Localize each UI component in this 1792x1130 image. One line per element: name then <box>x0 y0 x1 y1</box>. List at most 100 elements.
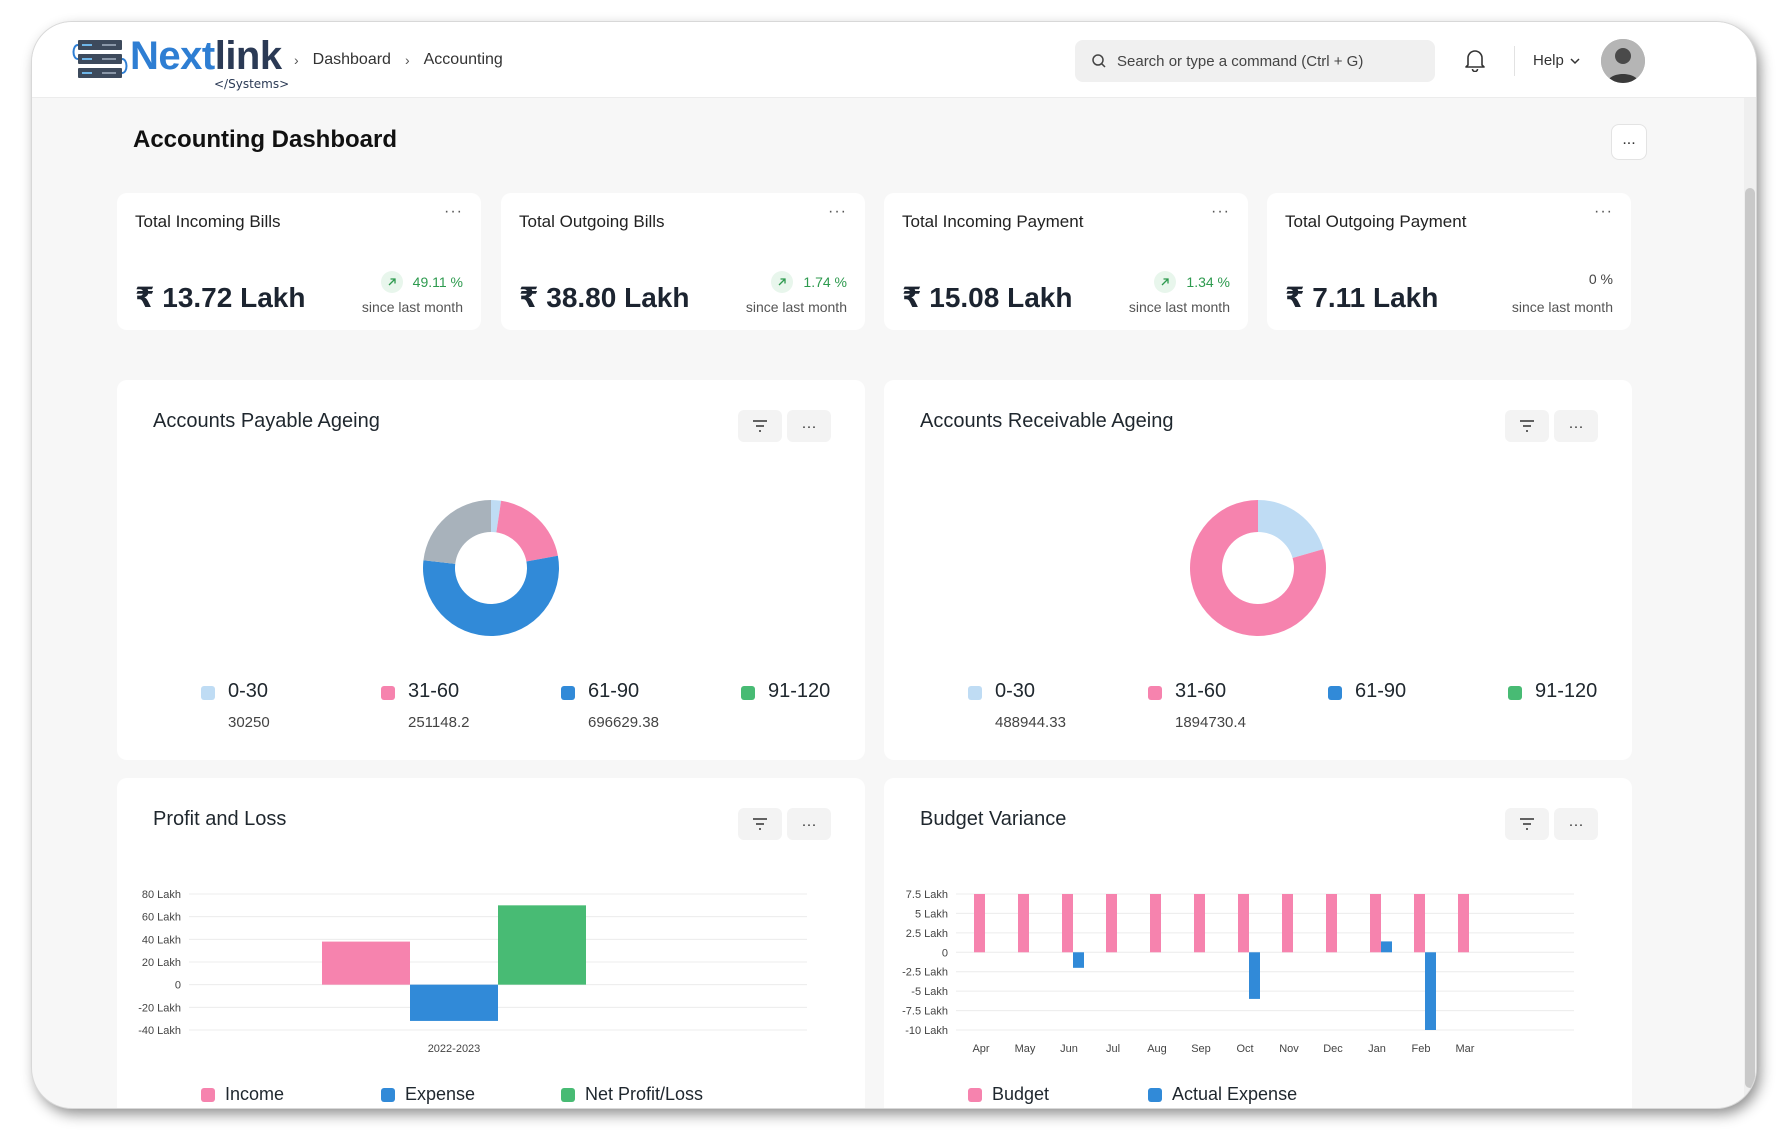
legend-label: Expense <box>405 1084 476 1104</box>
bar-budget[interactable] <box>1282 894 1293 953</box>
kpi-more-button[interactable]: ··· <box>1594 203 1613 221</box>
profit-loss-chart: 80 Lakh 60 Lakh 40 Lakh 20 Lakh 0 -20 Lakh -40… <box>138 889 807 1055</box>
filter-button[interactable] <box>1505 808 1549 840</box>
legend-item-actual-expense[interactable]: Actual Expense <box>1148 1084 1297 1105</box>
budget-variance-panel: Budget Variance ··· 7.5 Lakh 5 Lakh 2.5 La… <box>884 778 1632 1108</box>
bar-budget[interactable] <box>974 894 985 953</box>
donut-slices <box>1190 500 1326 636</box>
y-tick-label: -7.5 Lakh <box>902 1006 948 1018</box>
filter-button[interactable] <box>738 808 782 840</box>
chart-legend: 0-30 488944.33 31-60 1894730.4 61-90 91-… <box>968 680 1608 740</box>
legend-item-net-profit[interactable]: Net Profit/Loss <box>561 1084 703 1105</box>
page-more-button[interactable]: ... <box>1611 124 1647 160</box>
filter-button[interactable] <box>738 410 782 442</box>
y-tick-label: -10 Lakh <box>905 1025 948 1037</box>
legend-swatch <box>381 686 395 700</box>
filter-icon <box>753 420 767 432</box>
bar-actual[interactable] <box>1249 952 1260 999</box>
panel-more-button[interactable]: ··· <box>1554 410 1598 442</box>
app-window: Nextlink </Systems> › Dashboard › Accoun… <box>32 22 1756 1108</box>
x-tick-label: 2022-2023 <box>428 1043 481 1055</box>
y-tick-label: -5 Lakh <box>911 986 948 998</box>
kpi-delta: 0 % <box>1589 271 1613 287</box>
logo[interactable]: Nextlink </Systems> <box>72 32 292 92</box>
panel-title: Profit and Loss <box>153 808 287 830</box>
notification-bell-icon[interactable] <box>1464 48 1486 77</box>
legend-swatch <box>561 1087 575 1102</box>
filter-icon <box>753 818 767 830</box>
help-dropdown[interactable]: Help <box>1533 52 1580 69</box>
payable-donut-chart <box>423 500 559 636</box>
bar-budget[interactable] <box>1370 894 1381 953</box>
avatar[interactable] <box>1601 39 1645 83</box>
bar-budget[interactable] <box>1326 894 1337 953</box>
donut-slice[interactable] <box>423 555 559 636</box>
bar-budget[interactable] <box>1414 894 1425 953</box>
bar[interactable] <box>410 984 498 1021</box>
y-tick-label: -2.5 Lakh <box>902 967 948 979</box>
kpi-value: ₹ 38.80 Lakh <box>519 282 690 313</box>
page-scrollbar[interactable] <box>1744 98 1756 1108</box>
search-input[interactable]: Search or type a command (Ctrl + G) <box>1075 40 1435 82</box>
bar-actual[interactable] <box>1425 952 1436 1030</box>
y-tick-label: 20 Lakh <box>142 957 181 969</box>
legend-swatch <box>201 1087 215 1102</box>
bar-actual[interactable] <box>1073 952 1084 968</box>
legend-label: 31-60 <box>1175 680 1227 702</box>
bar-budget[interactable] <box>1062 894 1073 953</box>
legend-label: 61-90 <box>1355 680 1407 702</box>
y-tick-label: 0 <box>175 980 181 992</box>
bar[interactable] <box>322 941 410 985</box>
kpi-more-button[interactable]: ··· <box>828 203 847 221</box>
budget-variance-chart: 7.5 Lakh 5 Lakh 2.5 Lakh 0 -2.5 Lakh -5 Lakh -… <box>902 889 1574 1055</box>
legend-item-budget[interactable]: Budget <box>968 1084 1049 1105</box>
donut-slice[interactable] <box>496 500 558 562</box>
donut-slices <box>423 500 559 636</box>
legend-swatch <box>968 686 982 700</box>
panel-more-button[interactable]: ··· <box>787 410 831 442</box>
kpi-more-button[interactable]: ··· <box>444 203 463 221</box>
kpi-delta: 49.11 % <box>380 271 463 293</box>
x-tick-label: Mar <box>1456 1043 1475 1055</box>
panel-more-button[interactable]: ··· <box>787 808 831 840</box>
arrow-up-right-icon <box>1154 271 1177 293</box>
donut-slice[interactable] <box>423 500 491 564</box>
filter-button[interactable] <box>1505 410 1549 442</box>
logo-wordmark: Nextlink <box>130 34 282 79</box>
kpi-delta: 1.34 % <box>1154 271 1230 293</box>
legend-swatch <box>741 686 755 700</box>
bar-budget[interactable] <box>1106 894 1117 953</box>
logo-tagline: </Systems> <box>214 77 290 91</box>
server-rack-icon <box>72 40 128 78</box>
bar[interactable] <box>498 905 586 985</box>
kpi-more-button[interactable]: ··· <box>1211 203 1230 221</box>
bar-budget[interactable] <box>1194 894 1205 953</box>
bar-actual[interactable] <box>1381 941 1392 953</box>
bar-budget[interactable] <box>1018 894 1029 953</box>
donut-slice[interactable] <box>1258 500 1324 558</box>
y-tick-label: 2.5 Lakh <box>906 928 948 940</box>
x-tick-label: Dec <box>1323 1043 1343 1055</box>
legend-item-income[interactable]: Income <box>201 1084 284 1105</box>
kpi-since: since last month <box>745 299 847 315</box>
legend-item-expense[interactable]: Expense <box>381 1084 475 1105</box>
chevron-down-icon <box>1570 57 1580 64</box>
legend-label: 0-30 <box>995 680 1036 702</box>
panel-title: Accounts Payable Ageing <box>153 410 380 432</box>
kpi-delta-value: 49.11 % <box>412 274 463 290</box>
bar-budget[interactable] <box>1458 894 1469 953</box>
panel-more-button[interactable]: ··· <box>1554 808 1598 840</box>
scrollbar-thumb[interactable] <box>1745 188 1755 1088</box>
y-tick-label: 0 <box>942 947 948 959</box>
bar-budget[interactable] <box>1238 894 1249 953</box>
legend-value: 696629.38 <box>588 714 659 731</box>
bar-budget[interactable] <box>1150 894 1161 953</box>
breadcrumb-accounting[interactable]: Accounting <box>424 51 503 69</box>
legend-swatch <box>1148 1087 1162 1102</box>
kpi-value: ₹ 15.08 Lakh <box>902 282 1073 313</box>
chevron-right-icon: › <box>404 52 410 68</box>
x-tick-label: Apr <box>972 1043 989 1055</box>
logo-wordmark-a: Next <box>130 34 215 78</box>
kpi-delta-value: 1.74 % <box>803 274 847 290</box>
breadcrumb-dashboard[interactable]: Dashboard <box>313 51 391 69</box>
